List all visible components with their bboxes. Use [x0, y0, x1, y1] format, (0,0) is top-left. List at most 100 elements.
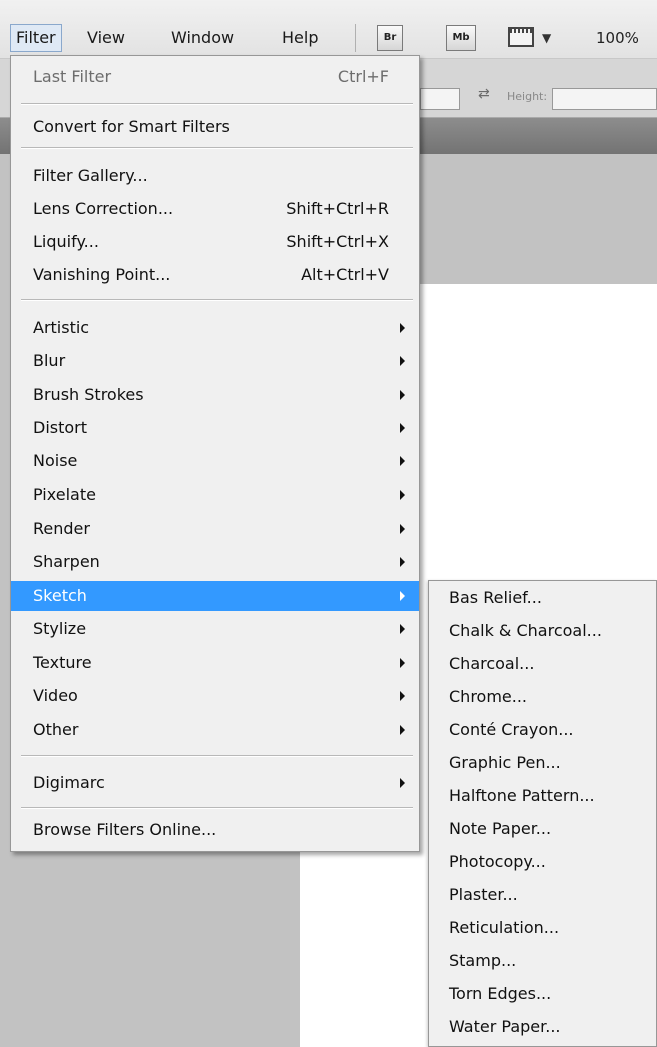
menu-separator — [21, 147, 413, 149]
menu-item-noise[interactable]: Noise — [11, 446, 419, 476]
submenu-arrow-icon — [400, 557, 405, 567]
submenu-item-bas-relief[interactable]: Bas Relief... — [429, 581, 656, 614]
menu-item-convert-smart-filters[interactable]: Convert for Smart Filters — [11, 112, 419, 142]
menu-item-label: Lens Correction... — [33, 199, 174, 218]
menu-item-blur[interactable]: Blur — [11, 346, 419, 376]
menu-item-digimarc[interactable]: Digimarc — [11, 768, 419, 798]
submenu-item-label: Water Paper... — [449, 1017, 561, 1036]
submenu-arrow-icon — [400, 423, 405, 433]
submenu-item-chalk-charcoal[interactable]: Chalk & Charcoal... — [429, 614, 656, 647]
menu-item-label: Distort — [33, 418, 88, 437]
menu-item-label: Convert for Smart Filters — [33, 117, 230, 136]
submenu-item-torn-edges[interactable]: Torn Edges... — [429, 977, 656, 1010]
menu-item-browse-filters-online[interactable]: Browse Filters Online... — [11, 815, 419, 845]
submenu-item-label: Plaster... — [449, 885, 518, 904]
menu-item-label: Filter Gallery... — [33, 166, 148, 185]
menu-item-filter-gallery[interactable]: Filter Gallery... — [11, 161, 419, 191]
menu-help[interactable]: Help — [277, 24, 323, 52]
menu-item-label: Brush Strokes — [33, 385, 144, 404]
submenu-item-label: Graphic Pen... — [449, 753, 561, 772]
submenu-item-plaster[interactable]: Plaster... — [429, 878, 656, 911]
mini-bridge-button[interactable]: Mb — [446, 25, 476, 51]
bridge-button[interactable]: Br — [377, 25, 403, 51]
menu-item-label: Vanishing Point... — [33, 265, 171, 284]
submenu-item-reticulation[interactable]: Reticulation... — [429, 911, 656, 944]
menu-item-label: Video — [33, 686, 78, 705]
menu-item-stylize[interactable]: Stylize — [11, 614, 419, 644]
menu-item-label: Artistic — [33, 318, 90, 337]
zoom-level[interactable]: 100% — [596, 24, 639, 52]
menu-item-other[interactable]: Other — [11, 715, 419, 745]
shortcut-label: Ctrl+F — [337, 67, 389, 86]
submenu-item-conte-crayon[interactable]: Conté Crayon... — [429, 713, 656, 746]
shortcut-label: Shift+Ctrl+X — [286, 232, 389, 251]
menu-item-render[interactable]: Render — [11, 514, 419, 544]
height-input[interactable] — [552, 88, 657, 110]
menu-item-lens-correction[interactable]: Lens Correction... Shift+Ctrl+R — [11, 194, 419, 224]
shortcut-label: Shift+Ctrl+R — [286, 199, 389, 218]
submenu-arrow-icon — [400, 624, 405, 634]
submenu-item-graphic-pen[interactable]: Graphic Pen... — [429, 746, 656, 779]
submenu-arrow-icon — [400, 356, 405, 366]
menu-item-label: Other — [33, 720, 79, 739]
filter-menu: Last Filter Ctrl+F Convert for Smart Fil… — [10, 55, 420, 852]
swap-icon[interactable]: ⇄ — [478, 86, 490, 102]
menu-item-label: Last Filter — [33, 67, 112, 86]
menu-item-brush-strokes[interactable]: Brush Strokes — [11, 380, 419, 410]
menu-filter[interactable]: Filter — [10, 24, 62, 52]
submenu-arrow-icon — [400, 456, 405, 466]
submenu-item-label: Halftone Pattern... — [449, 786, 595, 805]
submenu-item-label: Chrome... — [449, 687, 528, 706]
menu-item-label: Texture — [33, 653, 92, 672]
menu-separator — [21, 103, 413, 105]
menu-view[interactable]: View — [82, 24, 130, 52]
menu-separator — [21, 299, 413, 301]
screen-mode-icon[interactable] — [508, 25, 536, 49]
submenu-arrow-icon — [400, 778, 405, 788]
menu-item-texture[interactable]: Texture — [11, 648, 419, 678]
menu-item-vanishing-point[interactable]: Vanishing Point... Alt+Ctrl+V — [11, 260, 419, 290]
menu-item-liquify[interactable]: Liquify... Shift+Ctrl+X — [11, 227, 419, 257]
submenu-item-label: Photocopy... — [449, 852, 546, 871]
height-label: Height: — [507, 90, 548, 103]
menu-item-label: Blur — [33, 351, 66, 370]
submenu-arrow-icon — [400, 524, 405, 534]
menu-item-label: Digimarc — [33, 773, 105, 792]
submenu-item-label: Charcoal... — [449, 654, 535, 673]
submenu-arrow-icon — [400, 591, 405, 601]
photoshop-window: Filter View Window Help Br Mb ▼ 100% ⇄ H… — [0, 0, 657, 1047]
submenu-item-label: Chalk & Charcoal... — [449, 621, 602, 640]
menu-item-distort[interactable]: Distort — [11, 413, 419, 443]
submenu-item-label: Bas Relief... — [449, 588, 542, 607]
chevron-down-icon[interactable]: ▼ — [542, 26, 551, 50]
submenu-arrow-icon — [400, 691, 405, 701]
submenu-item-water-paper[interactable]: Water Paper... — [429, 1010, 656, 1043]
menu-bar: Filter View Window Help Br Mb ▼ 100% — [0, 0, 657, 59]
menu-item-pixelate[interactable]: Pixelate — [11, 480, 419, 510]
submenu-arrow-icon — [400, 490, 405, 500]
submenu-item-stamp[interactable]: Stamp... — [429, 944, 656, 977]
submenu-item-charcoal[interactable]: Charcoal... — [429, 647, 656, 680]
menu-separator — [21, 807, 413, 809]
shortcut-label: Alt+Ctrl+V — [301, 265, 389, 284]
menu-item-label: Liquify... — [33, 232, 99, 251]
menu-item-label: Stylize — [33, 619, 87, 638]
menu-item-label: Render — [33, 519, 90, 538]
menu-separator — [21, 755, 413, 757]
menu-item-label: Browse Filters Online... — [33, 820, 217, 839]
submenu-item-chrome[interactable]: Chrome... — [429, 680, 656, 713]
submenu-item-halftone-pattern[interactable]: Halftone Pattern... — [429, 779, 656, 812]
menu-window[interactable]: Window — [166, 24, 239, 52]
menu-item-video[interactable]: Video — [11, 681, 419, 711]
submenu-item-label: Note Paper... — [449, 819, 552, 838]
submenu-item-photocopy[interactable]: Photocopy... — [429, 845, 656, 878]
menu-item-sharpen[interactable]: Sharpen — [11, 547, 419, 577]
menu-item-label: Pixelate — [33, 485, 96, 504]
menu-item-artistic[interactable]: Artistic — [11, 313, 419, 343]
submenu-arrow-icon — [400, 323, 405, 333]
submenu-item-note-paper[interactable]: Note Paper... — [429, 812, 656, 845]
width-input[interactable] — [420, 88, 460, 110]
menu-item-label: Sketch — [33, 586, 87, 605]
menu-item-sketch[interactable]: Sketch — [11, 581, 419, 611]
submenu-arrow-icon — [400, 390, 405, 400]
